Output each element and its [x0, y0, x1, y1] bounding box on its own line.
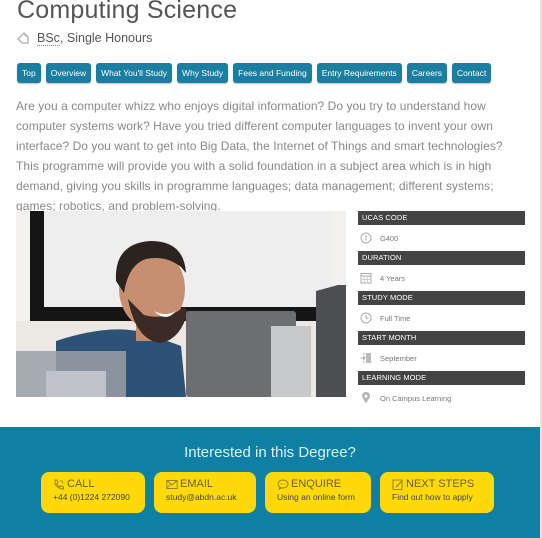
clock-icon	[360, 312, 372, 324]
course-photo	[16, 211, 346, 397]
student-photo-illustration	[16, 211, 346, 397]
enquire-button[interactable]: ENQUIRE Using an online form	[265, 472, 371, 513]
degree-type: BSc, Single Honours	[17, 31, 153, 46]
enquiry-banner: Interested in this Degree? CALL +44 (0)1…	[0, 427, 540, 538]
degree-description: , Single Honours	[59, 31, 153, 45]
degree-abbreviation[interactable]: BSc	[37, 31, 60, 46]
fact-value-duration: 4 Years	[380, 273, 406, 283]
fact-label-start-month: START MONTH	[358, 331, 525, 345]
email-address: study@abdn.ac.uk	[166, 492, 237, 502]
tag-icon	[17, 32, 29, 44]
location-pin-icon	[362, 392, 370, 404]
edit-icon	[392, 479, 403, 490]
calendar-icon	[360, 273, 372, 284]
fact-value-learning-mode: On Campus Learning	[380, 393, 452, 403]
nav-fees-funding-button[interactable]: Fees and Funding	[233, 63, 312, 83]
info-icon	[360, 232, 372, 244]
page-title: Computing Science	[17, 0, 238, 24]
nav-contact-button[interactable]: Contact	[452, 63, 492, 83]
call-label: CALL	[67, 478, 95, 490]
enquiry-heading: Interested in this Degree?	[184, 444, 356, 461]
fact-value-study-mode: Full Time	[380, 313, 411, 323]
call-button[interactable]: CALL +44 (0)1224 272090	[41, 472, 145, 513]
nav-overview-button[interactable]: Overview	[45, 63, 92, 83]
door-enter-icon	[360, 353, 371, 363]
chat-bubble-icon	[277, 479, 289, 490]
fact-value-ucas-code: G400	[380, 233, 399, 243]
phone-number: +44 (0)1224 272090	[53, 492, 130, 502]
nav-entry-requirements-button[interactable]: Entry Requirements	[316, 63, 402, 83]
fact-label-study-mode: STUDY MODE	[358, 291, 525, 305]
fact-label-ucas-code: UCAS CODE	[358, 211, 525, 225]
nav-why-study-button[interactable]: Why Study	[177, 63, 229, 83]
next-steps-description: Find out how to apply	[392, 492, 473, 502]
email-button[interactable]: EMAIL study@abdn.ac.uk	[154, 472, 256, 513]
nav-top-button[interactable]: Top	[17, 63, 41, 83]
envelope-icon	[166, 479, 178, 489]
email-label: EMAIL	[180, 478, 214, 490]
enquire-label: ENQUIRE	[291, 478, 342, 490]
next-steps-button[interactable]: NEXT STEPS Find out how to apply	[380, 472, 494, 513]
fact-learning-mode: On Campus Learning	[358, 385, 525, 411]
enquiry-buttons: CALL +44 (0)1224 272090 EMAIL study@abdn…	[41, 472, 494, 513]
fact-label-duration: DURATION	[358, 251, 525, 265]
fact-value-start-month: September	[380, 353, 417, 363]
fact-start-month: September	[358, 345, 525, 371]
fact-ucas-code: G400	[358, 225, 525, 251]
next-steps-label: NEXT STEPS	[406, 478, 475, 490]
nav-what-youll-study-button[interactable]: What You'll Study	[96, 63, 173, 83]
course-page: Computing Science BSc, Single Honours To…	[0, 0, 540, 538]
fact-study-mode: Full Time	[358, 305, 525, 331]
key-facts-panel: UCAS CODE G400 DURATION 4 Years STUDY MO…	[358, 211, 525, 411]
fact-duration: 4 Years	[358, 265, 525, 291]
phone-icon	[54, 479, 64, 489]
nav-careers-button[interactable]: Careers	[406, 63, 448, 83]
intro-paragraph: Are you a computer whizz who enjoys digi…	[16, 99, 503, 213]
enquire-description: Using an online form	[277, 492, 355, 502]
section-nav: Top Overview What You'll Study Why Study…	[17, 63, 492, 83]
fact-label-learning-mode: LEARNING MODE	[358, 371, 525, 385]
